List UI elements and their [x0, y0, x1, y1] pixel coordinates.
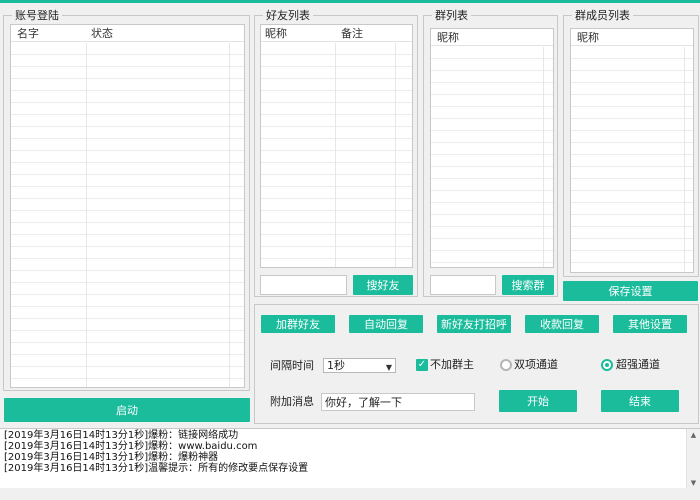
interval-label: 间隔时间	[270, 359, 314, 372]
members-list[interactable]: 昵称	[570, 28, 694, 273]
begin-button[interactable]: 开始	[499, 390, 577, 412]
account-login-group: 账号登陆 名字 状态	[3, 9, 250, 391]
friends-list-group: 好友列表 昵称 备注 搜好友	[254, 9, 418, 297]
groups-list[interactable]: 昵称	[430, 28, 554, 268]
greet-new-friend-button[interactable]: 新好友打招呼	[437, 315, 511, 333]
end-button[interactable]: 结束	[601, 390, 679, 412]
log-line: [2019年3月16日14时13分1秒]爆粉：爆粉神器	[4, 452, 219, 463]
friends-list-title: 好友列表	[263, 9, 313, 22]
column-nickname[interactable]: 昵称	[261, 25, 287, 42]
save-settings-button[interactable]: 保存设置	[563, 281, 698, 301]
friends-list[interactable]: 昵称 备注	[260, 24, 413, 268]
account-list-header: 名字 状态	[11, 25, 244, 42]
interval-value: 1秒	[327, 359, 345, 372]
receipt-reply-button[interactable]: 收款回复	[525, 315, 599, 333]
interval-select[interactable]: 1秒 ▼	[323, 358, 396, 373]
groups-list-rows	[431, 47, 553, 267]
account-list[interactable]: 名字 状态	[10, 24, 245, 388]
two-way-radio[interactable]	[500, 359, 512, 371]
col-divider	[684, 47, 685, 272]
friend-search-input[interactable]	[260, 275, 347, 295]
log-line: [2019年3月16日14时13分1秒]爆粉：链接网络成功	[4, 430, 239, 441]
search-group-button[interactable]: 搜索群	[502, 275, 554, 295]
groups-list-title: 群列表	[432, 9, 471, 22]
members-list-rows	[571, 47, 693, 272]
top-accent-bar	[0, 0, 700, 3]
group-search-input[interactable]	[430, 275, 496, 295]
column-status[interactable]: 状态	[87, 25, 113, 42]
col-divider	[335, 43, 336, 267]
members-list-title: 群成员列表	[572, 9, 633, 22]
super-strong-label: 超强通道	[616, 358, 660, 371]
column-name[interactable]: 名字	[13, 25, 39, 42]
col-divider	[229, 43, 230, 387]
groups-list-header: 昵称	[431, 29, 553, 46]
super-strong-radio[interactable]	[601, 359, 613, 371]
no-group-owner-label: 不加群主	[430, 358, 474, 371]
scroll-up-icon[interactable]: ▲	[687, 429, 700, 441]
bottom-strip	[0, 488, 700, 500]
settings-panel: 加群好友 自动回复 新好友打招呼 收款回复 其他设置 间隔时间 1秒 ▼ ✓ 不…	[254, 304, 699, 424]
start-button[interactable]: 启动	[4, 398, 250, 422]
other-settings-button[interactable]: 其他设置	[613, 315, 687, 333]
column-nickname[interactable]: 昵称	[573, 29, 599, 46]
members-list-header: 昵称	[571, 29, 693, 46]
friends-list-rows	[261, 43, 412, 267]
friends-list-header: 昵称 备注	[261, 25, 412, 42]
log-line: [2019年3月16日14时13分1秒]爆粉：www.baidu.com	[4, 441, 258, 452]
message-label: 附加消息	[270, 395, 314, 408]
chevron-down-icon: ▼	[385, 363, 392, 372]
log-line: [2019年3月16日14时13分1秒]温馨提示：所有的修改要点保存设置	[4, 463, 309, 474]
message-input[interactable]	[321, 393, 475, 411]
col-divider	[395, 43, 396, 267]
members-list-group: 群成员列表 昵称	[563, 9, 699, 277]
col-divider	[86, 43, 87, 387]
account-login-title: 账号登陆	[12, 9, 62, 22]
col-divider	[543, 47, 544, 267]
no-group-owner-checkbox[interactable]: ✓	[416, 359, 428, 371]
account-list-rows	[11, 43, 244, 387]
groups-list-group: 群列表 昵称 搜索群	[423, 9, 558, 297]
two-way-label: 双项通道	[514, 358, 558, 371]
column-nickname[interactable]: 昵称	[433, 29, 459, 46]
log-scrollbar[interactable]: ▲ ▼	[686, 429, 700, 489]
search-friend-button[interactable]: 搜好友	[353, 275, 413, 295]
log-panel[interactable]: [2019年3月16日14时13分1秒]爆粉：链接网络成功 [2019年3月16…	[0, 428, 700, 489]
add-group-friends-button[interactable]: 加群好友	[261, 315, 335, 333]
auto-reply-button[interactable]: 自动回复	[349, 315, 423, 333]
column-remark[interactable]: 备注	[337, 25, 363, 42]
